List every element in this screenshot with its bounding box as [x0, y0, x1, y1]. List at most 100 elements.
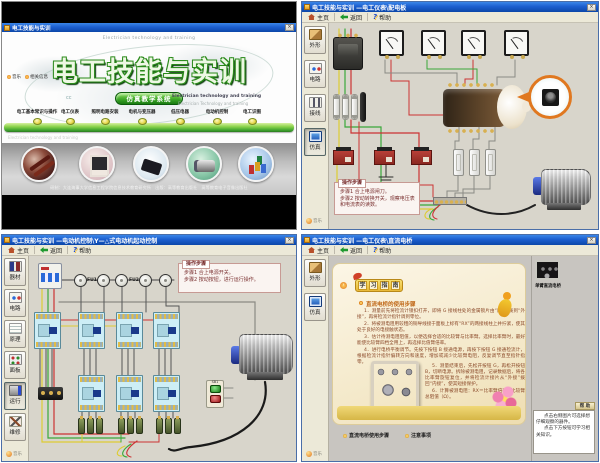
music-toggle[interactable]: 音乐 [306, 451, 322, 457]
close-icon[interactable]: × [285, 24, 294, 31]
music-toggle[interactable]: 音乐 [306, 218, 322, 224]
fuse [139, 274, 152, 287]
link-usage-steps[interactable]: 直流电桥使用步骤 [343, 432, 389, 439]
info-link[interactable]: 相关信息 [25, 74, 48, 80]
arrow-bullet-icon: › [340, 282, 347, 289]
music-icon [6, 451, 12, 457]
current-transformer-3 [411, 150, 432, 165]
menu-item-instruments[interactable]: 电工仪表 [61, 109, 79, 115]
menu-button-motors[interactable] [138, 118, 147, 125]
sidebar: 外形 电路 接线 仿真 [302, 23, 329, 229]
start-button-label: SB1 [207, 381, 223, 385]
title-bar[interactable]: 电工技能与实训 —电工仪表\直流电桥 × [302, 235, 598, 245]
motor [533, 167, 593, 212]
menu-item-lv-apparatus[interactable]: 低压电器 [171, 109, 189, 115]
page: 电工技能与实训 × Electrician technology and tra… [0, 0, 600, 463]
link-precautions[interactable]: 注意事项 [405, 432, 431, 439]
product-image-motor[interactable] [186, 146, 222, 182]
menu-item-diagrams[interactable]: 电工识图 [243, 109, 261, 115]
help-button[interactable]: ?帮助 [70, 246, 94, 255]
sidebar-item-circuit[interactable]: 电路 [4, 289, 26, 317]
menu-button-diagrams[interactable] [248, 118, 257, 125]
close-icon[interactable]: × [587, 237, 596, 244]
current-transformer-2 [374, 150, 395, 165]
sidebar-item-appearance[interactable]: 外形 [304, 26, 326, 54]
sidebar-label: 仿真 [309, 145, 320, 151]
home-button[interactable]: 主页 [5, 246, 32, 255]
menu-item-basics[interactable]: 电工基本常识与操作 [17, 109, 58, 115]
product-image-wires[interactable] [21, 146, 57, 182]
back-button[interactable]: 返回 [37, 246, 65, 255]
sidebar-item-repair[interactable]: 维修 [4, 413, 26, 441]
circuit-breaker[interactable] [333, 37, 363, 70]
sidebar-label: 原理 [9, 337, 20, 343]
english-caption-right-2: Electrician Technology and training [178, 101, 248, 106]
contactor [116, 312, 143, 349]
thermal-relay-coil [165, 418, 172, 434]
title-bar[interactable]: 电工技能与实训 —电工仪表\配电板 × [302, 2, 598, 12]
sim-canvas: FU1 FU2 SB1 [29, 256, 296, 461]
menu-button-motor-control[interactable] [213, 118, 222, 125]
sidebar-item-run[interactable]: 运行 [4, 382, 26, 410]
fuse-label-fu1: FU1 [87, 278, 97, 283]
fuse [333, 94, 340, 120]
toolbar: 主页 返回 ?帮助 [2, 245, 296, 256]
product-image-component[interactable] [133, 146, 169, 182]
menu-button-basics[interactable] [33, 118, 42, 125]
rotary-changeover-switch[interactable] [443, 89, 505, 127]
info-label: 相关信息 [30, 74, 48, 80]
help-label: 帮助 [379, 13, 391, 22]
sidebar-item-circuit[interactable]: 电路 [304, 60, 326, 88]
stop-button[interactable] [210, 395, 221, 403]
analog-meter-4 [504, 30, 529, 56]
help-button[interactable]: ?帮助 [370, 13, 394, 22]
sidebar-label: 器材 [9, 275, 20, 281]
link-label: 注意事项 [411, 432, 431, 439]
sidebar-item-equipment[interactable]: 器材 [4, 258, 26, 286]
help-icon: ? [373, 247, 377, 253]
sidebar-item-wiring[interactable]: 接线 [304, 94, 326, 122]
sidebar-item-principle[interactable]: 原理 [4, 320, 26, 348]
circuit-breaker[interactable] [38, 263, 62, 289]
menu-item-motors[interactable]: 电机与变压器 [129, 109, 156, 115]
guide-title-char: 学 [358, 281, 367, 290]
motor-icon [9, 385, 22, 396]
menu-button-instruments[interactable] [66, 118, 75, 125]
switch-knob-icon[interactable] [542, 89, 559, 106]
product-image-parts[interactable] [238, 146, 274, 182]
guide-title-char: 习 [369, 281, 378, 290]
analog-meter-1 [379, 30, 404, 56]
box-icon [309, 262, 322, 273]
device-thumbnail[interactable] [535, 260, 560, 280]
home-button[interactable]: 主页 [305, 246, 332, 255]
back-button[interactable]: 返回 [337, 246, 365, 255]
sidebar-item-simulation[interactable]: 仿真 [304, 293, 326, 321]
toolbar-separator [67, 246, 68, 254]
start-button[interactable] [210, 385, 221, 393]
menu-button-lighting[interactable] [101, 118, 110, 125]
sidebar-item-simulation[interactable]: 仿真 [304, 128, 326, 156]
menu-button-lv-apparatus[interactable] [176, 118, 185, 125]
back-button[interactable]: 返回 [337, 13, 365, 22]
panel-icon [9, 354, 22, 365]
music-toggle[interactable]: 音乐 [6, 451, 22, 457]
home-button[interactable]: 主页 [305, 13, 332, 22]
home-label: 主页 [317, 246, 329, 255]
title-bar[interactable]: 电工技能与实训 × [2, 23, 296, 32]
sidebar-label: 维修 [9, 430, 20, 436]
watermark-caption: Electrician technology and training [8, 135, 78, 140]
close-icon[interactable]: × [285, 237, 294, 244]
breaker-toggles[interactable] [41, 273, 59, 282]
thermal-relay-coil [127, 418, 134, 434]
document-icon [9, 323, 22, 334]
title-bar[interactable]: 电工技能与实训 —电动机控制\Y—△式电动机起动控制 × [2, 235, 296, 245]
menu-item-motor-control[interactable]: 电动机控制 [206, 109, 229, 115]
close-icon[interactable]: × [587, 4, 596, 11]
home-label: 主页 [17, 246, 29, 255]
menu-item-lighting[interactable]: 照明电路安装 [92, 109, 119, 115]
sidebar-item-panel[interactable]: 面板 [4, 351, 26, 379]
help-button[interactable]: ?帮助 [370, 246, 394, 255]
product-image-meter[interactable] [79, 146, 115, 182]
sidebar-item-appearance[interactable]: 外形 [304, 259, 326, 287]
music-link[interactable]: 音乐 [7, 74, 21, 80]
